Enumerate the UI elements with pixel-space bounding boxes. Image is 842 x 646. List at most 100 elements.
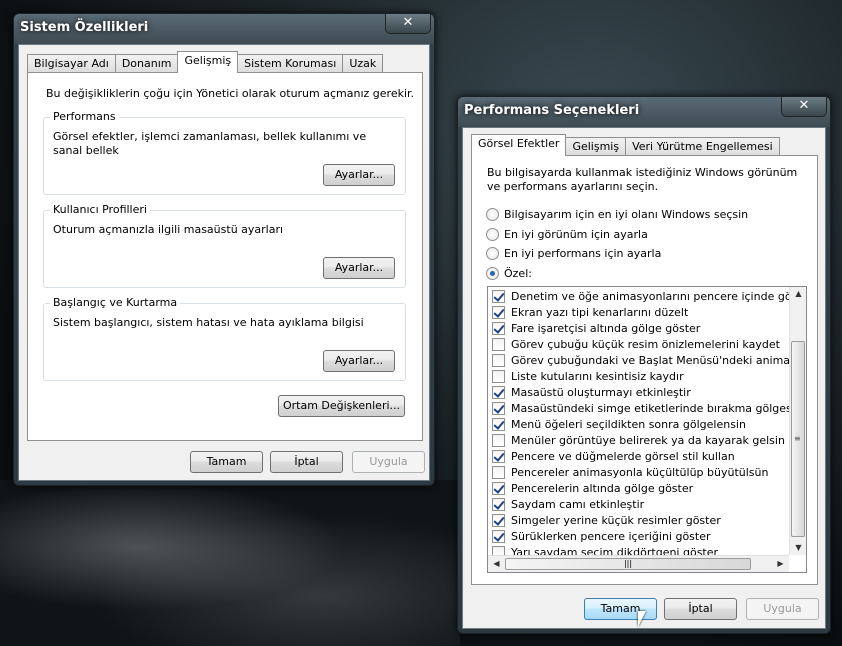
startup-recovery-desc: Sistem başlangıcı, sistem hatası ve hata… [53,316,364,329]
user-profiles-group: Kullanıcı Profilleri Oturum açmanızla il… [43,203,406,288]
checkbox[interactable] [492,433,505,447]
effect-option[interactable]: Simgeler yerine küçük resimler göster [492,512,721,528]
scroll-down-arrow-icon[interactable]: ▼ [790,541,806,555]
effect-option[interactable]: Masaüstü oluşturmayı etkinleştir [492,384,691,400]
checkbox[interactable] [492,369,505,383]
effects-items: Denetim ve öğe animasyonlarını pencere i… [488,287,789,555]
effect-option[interactable]: Yarı saydam seçim dikdörtgeni göster [492,544,718,555]
checkbox[interactable] [492,289,505,303]
checkbox[interactable] [492,401,505,415]
tab-computer-name[interactable]: Bilgisayar Adı [27,54,116,73]
effect-label: Menüler görüntüye belirerek ya da kayara… [511,433,785,447]
radio-best-appearance[interactable]: En iyi görünüm için ayarla [486,228,648,241]
effect-label: Denetim ve öğe animasyonlarını pencere i… [511,289,789,303]
performance-label: Performans [50,110,119,123]
effect-option[interactable]: Pencerelerin altında gölge göster [492,480,693,496]
close-button[interactable]: ✕ [385,14,431,34]
vertical-scroll-thumb[interactable]: ≡ [791,341,805,537]
close-button[interactable]: ✕ [781,97,827,117]
checkbox[interactable] [492,545,505,555]
radio-button [486,208,499,221]
scroll-right-arrow-icon[interactable]: ▶ [772,557,789,571]
effect-label: Ekran yazı tipi kenarlarını düzelt [511,305,689,319]
window-title: Sistem Özellikleri [20,20,149,35]
tab-strip: Görsel Efektler Gelişmiş Veri Yürütme En… [471,133,780,156]
ok-button[interactable]: Tamam [584,598,657,620]
radio-button [486,267,499,280]
tab-visual-effects[interactable]: Görsel Efektler [471,134,567,156]
scroll-up-arrow-icon[interactable]: ▲ [790,287,806,301]
checkbox[interactable] [492,385,505,399]
cancel-button[interactable]: İptal [270,451,343,473]
effect-option[interactable]: Pencere ve düğmelerde görsel stil kullan [492,448,735,464]
startup-recovery-settings-button[interactable]: Ayarlar... [323,350,395,372]
apply-button[interactable]: Uygula [746,598,819,620]
effect-label: Menü öğeleri seçildikten sonra gölgelens… [511,417,746,431]
admin-note: Bu değişikliklerin çoğu için Yönetici ol… [46,87,415,100]
tab-panel: Bu değişikliklerin çoğu için Yönetici ol… [27,72,423,441]
environment-variables-button[interactable]: Ortam Değişkenleri... [278,395,405,417]
tab-advanced[interactable]: Gelişmiş [177,51,239,73]
tab-advanced[interactable]: Gelişmiş [565,137,627,156]
effect-option[interactable]: Saydam camı etkinleştir [492,496,644,512]
effect-option[interactable]: Menü öğeleri seçildikten sonra gölgelens… [492,416,746,432]
checkbox[interactable] [492,529,505,543]
radio-best-performance[interactable]: En iyi performans için ayarla [486,247,661,260]
performance-settings-button[interactable]: Ayarlar... [323,164,395,186]
system-properties-window: Sistem Özellikleri ✕ Bilgisayar Adı Dona… [13,13,435,486]
effect-option[interactable]: Menüler görüntüye belirerek ya da kayara… [492,432,785,448]
mouse-pointer-icon [638,611,646,627]
radio-custom[interactable]: Özel: [486,267,532,280]
vertical-scrollbar[interactable]: ▲ ≡ ▼ [789,287,806,555]
radio-button [486,228,499,241]
effect-label: Görev çubuğu küçük resim önizlemelerini … [511,337,780,351]
dialog-body: Görsel Efektler Gelişmiş Veri Yürütme En… [462,127,826,629]
tab-system-protection[interactable]: Sistem Koruması [237,54,344,73]
effect-label: Pencere ve düğmelerde görsel stil kullan [511,449,735,463]
effect-label: Simgeler yerine küçük resimler göster [511,513,721,527]
desktop-wallpaper [0,480,460,646]
scroll-left-arrow-icon[interactable]: ◀ [488,557,505,571]
performance-options-window: Performans Seçenekleri ✕ Görsel Efektler… [457,96,831,634]
effect-label: Yarı saydam seçim dikdörtgeni göster [511,545,719,556]
effect-option[interactable]: Liste kutularını kesintisiz kaydır [492,368,684,384]
ok-button[interactable]: Tamam [190,451,263,473]
tab-strip: Bilgisayar Adı Donanım Gelişmiş Sistem K… [27,50,384,73]
tab-remote[interactable]: Uzak [342,54,384,73]
tab-hardware[interactable]: Donanım [114,54,179,73]
effect-option[interactable]: Masaüstündeki simge etiketlerinde bırakm… [492,400,789,416]
startup-recovery-group: Başlangıç ve Kurtarma Sistem başlangıcı,… [43,296,406,381]
effect-option[interactable]: Sürüklerken pencere içeriğini göster [492,528,711,544]
checkbox[interactable] [492,497,505,511]
effect-option[interactable]: Görev çubuğu küçük resim önizlemelerini … [492,336,780,352]
tab-panel: Bu bilgisayarda kullanmak istediğiniz Wi… [471,155,818,585]
effect-option[interactable]: Fare işaretçisi altında gölge göster [492,320,700,336]
effect-option[interactable]: Denetim ve öğe animasyonlarını pencere i… [492,288,789,304]
effect-option[interactable]: Ekran yazı tipi kenarlarını düzelt [492,304,688,320]
cancel-button[interactable]: İptal [664,598,737,620]
visual-effects-list[interactable]: Denetim ve öğe animasyonlarını pencere i… [487,286,807,573]
checkbox[interactable] [492,337,505,351]
apply-button[interactable]: Uygula [352,451,425,473]
horizontal-scroll-thumb[interactable]: ||| [505,558,751,570]
checkbox[interactable] [492,321,505,335]
user-profiles-settings-button[interactable]: Ayarlar... [323,257,395,279]
checkbox[interactable] [492,417,505,431]
tab-dep[interactable]: Veri Yürütme Engellemesi [625,137,780,156]
radio-let-windows-choose[interactable]: Bilgisayarım için en iyi olanı Windows s… [486,208,748,221]
checkbox[interactable] [492,305,505,319]
horizontal-scrollbar[interactable]: ◀ ||| ▶ [488,555,789,572]
effect-label: Liste kutularını kesintisiz kaydır [511,369,684,383]
user-profiles-label: Kullanıcı Profilleri [50,203,150,216]
checkbox[interactable] [492,513,505,527]
startup-recovery-label: Başlangıç ve Kurtarma [50,296,181,309]
intro-text: Bu bilgisayarda kullanmak istediğiniz Wi… [487,166,798,193]
window-title: Performans Seçenekleri [464,103,640,118]
checkbox[interactable] [492,465,505,479]
effect-option[interactable]: Görev çubuğundaki ve Başlat Menüsü'ndeki… [492,352,789,368]
effect-label: Fare işaretçisi altında gölge göster [511,321,701,335]
checkbox[interactable] [492,353,505,367]
checkbox[interactable] [492,481,505,495]
checkbox[interactable] [492,449,505,463]
effect-option[interactable]: Pencereler animasyonla küçültülüp büyütü… [492,464,768,480]
